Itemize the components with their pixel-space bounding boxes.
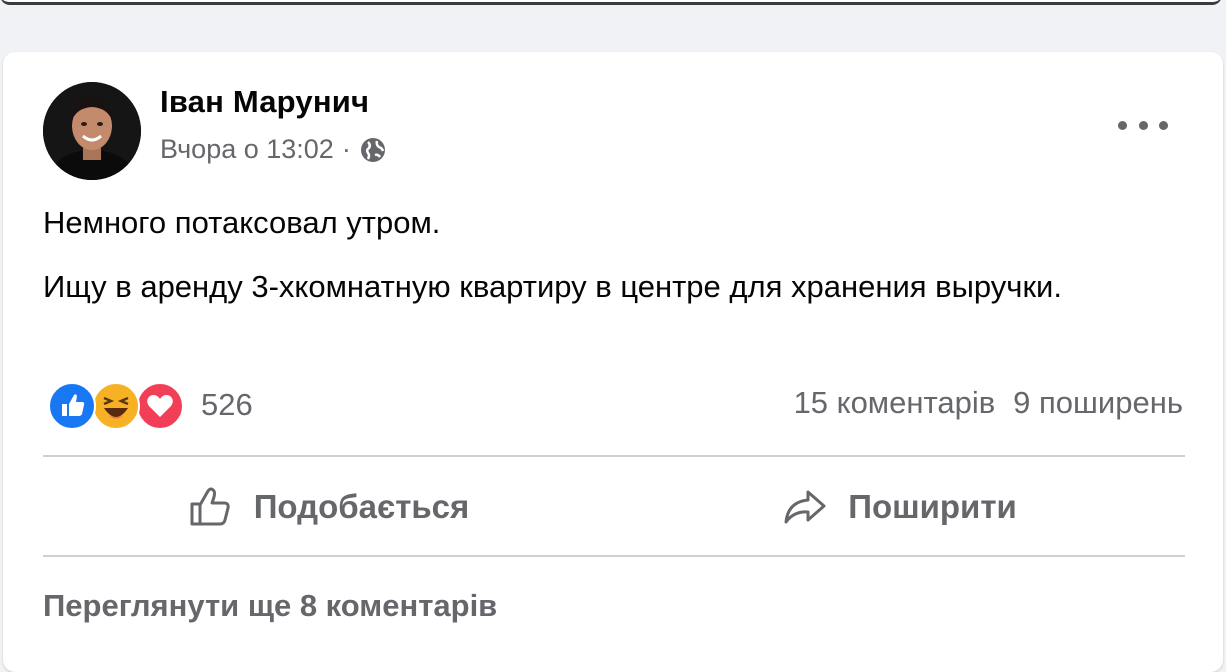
post-timestamp[interactable]: Вчора о 13:02 [160,134,334,165]
love-icon [136,382,184,430]
thumbs-up-icon [190,487,230,526]
globe-icon[interactable] [359,136,387,164]
shares-count-link[interactable]: 9 поширень [1013,385,1183,421]
more-dot [1138,120,1148,130]
post-text-line: Ищу в аренду 3-хкомнатную квартиру в цен… [43,269,1062,304]
reaction-count: 526 [201,387,253,422]
author-name[interactable]: Іван Марунич [160,84,369,120]
more-dot [1159,120,1168,130]
reactions-summary[interactable]: 526 [48,382,253,430]
reaction-icons [48,382,184,430]
share-button[interactable]: Поширити [614,470,1185,544]
like-button[interactable]: Подобається [43,470,614,544]
divider [43,555,1185,557]
like-button-label: Подобається [253,488,470,525]
meta-separator: · [341,134,351,164]
view-more-comments-link[interactable]: Переглянути ще 8 коментарів [43,588,497,624]
comments-count-link[interactable]: 15 коментарів [794,385,996,421]
like-icon [48,382,96,430]
more-dot [1118,120,1127,130]
post-stats: 15 коментарів 9 поширень [794,385,1183,421]
haha-icon [92,382,140,430]
more-options-button[interactable] [1118,110,1168,140]
post-card: Іван Марунич Вчора о 13:02 · Немного пот… [3,52,1223,672]
divider [43,455,1185,457]
post-meta: Вчора о 13:02 · [160,134,387,165]
share-arrow-icon [784,490,826,524]
share-button-label: Поширити [848,488,1017,525]
previous-post-edge [0,0,1222,5]
post-text-line: Немного потаксовал утром. [43,205,441,240]
avatar[interactable] [43,82,141,180]
